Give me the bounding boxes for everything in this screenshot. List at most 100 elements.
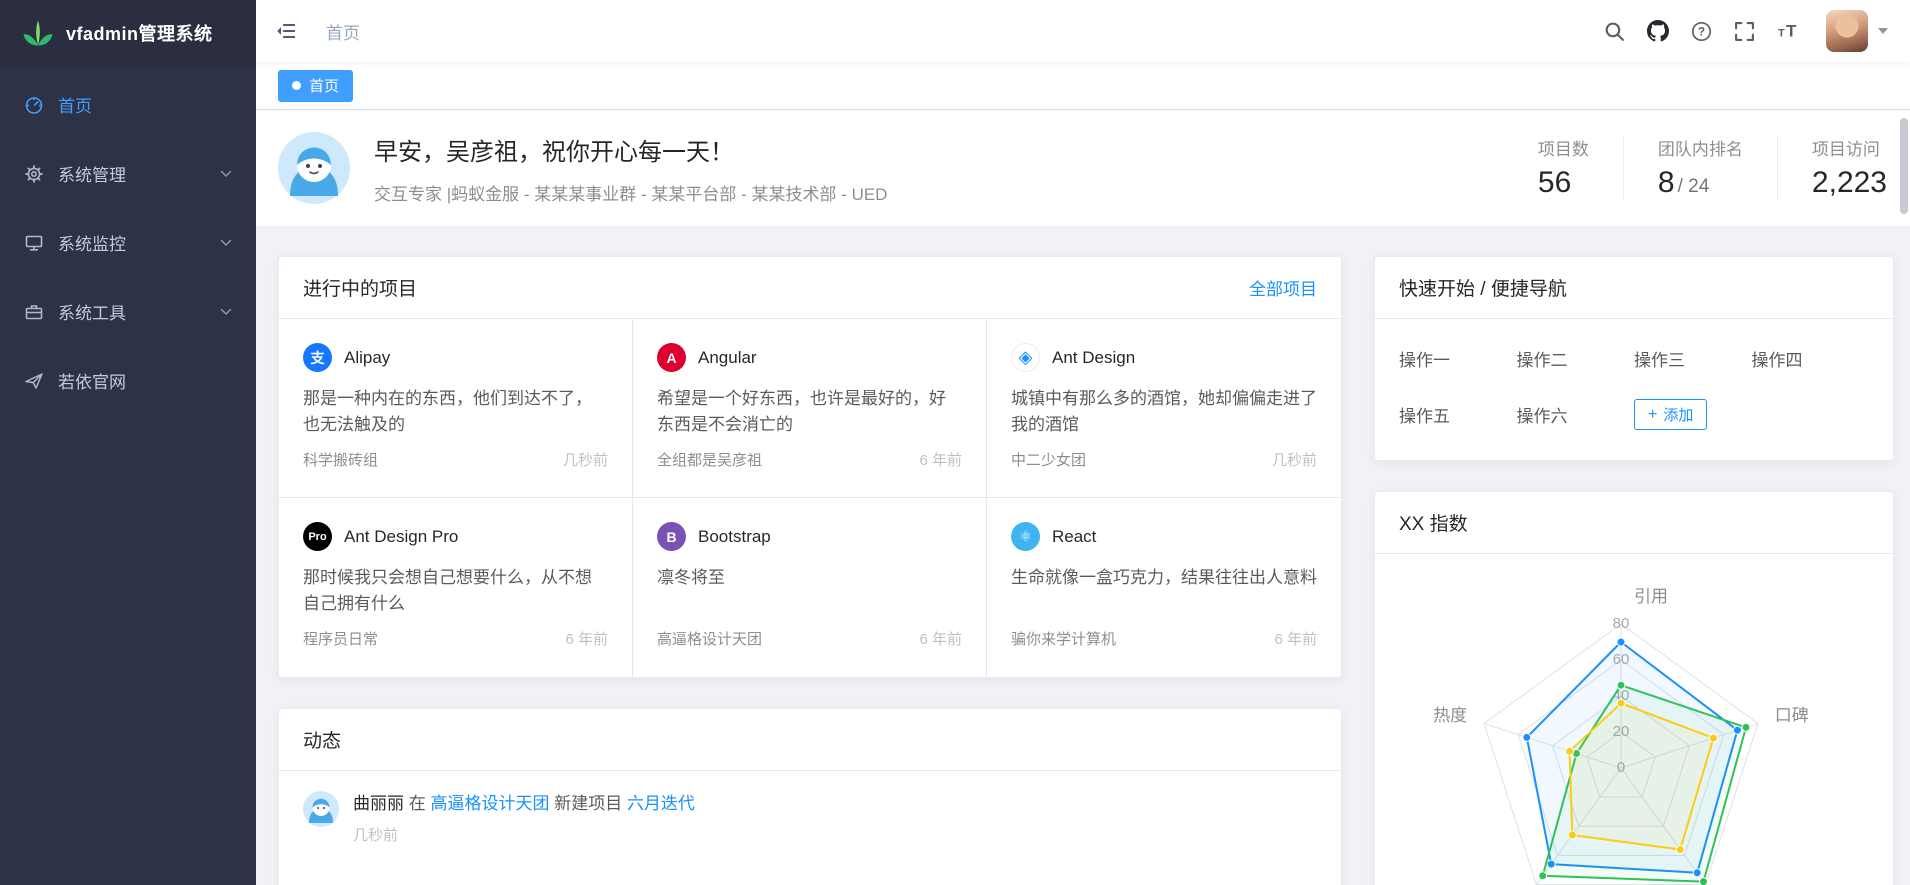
project-name[interactable]: React (1052, 527, 1096, 547)
angular-logo-icon: A (657, 343, 686, 372)
sidebar-item-official-site[interactable]: 若依官网 (0, 346, 256, 415)
project-name[interactable]: Ant Design (1052, 348, 1135, 368)
quicknav-link-5[interactable]: 操作五 (1399, 402, 1517, 427)
project-group-link[interactable]: 中二少女团 (1011, 449, 1086, 470)
left-column: 进行中的项目 全部项目 支 Alipay 那是一种内在的东西，他们到达不了，也无… (278, 256, 1342, 885)
stat-value: 2,223 (1812, 166, 1887, 199)
project-group-link[interactable]: 科学搬砖组 (303, 449, 378, 470)
app-title: vfadmin管理系统 (66, 20, 213, 46)
user-role-text: 交互专家 |蚂蚁金服 - 某某某事业群 - 某某平台部 - 某某技术部 - UE… (374, 180, 887, 205)
project-card-angular[interactable]: A Angular 希望是一个好东西，也许是最好的，好东西是不会消亡的 全组都是… (633, 319, 987, 498)
sidebar-item-label: 系统工具 (58, 299, 126, 324)
index-card: XX 指数 引用口碑产量贡献热度020406080 (1374, 491, 1894, 885)
breadcrumb[interactable]: 首页 (326, 19, 360, 44)
activity-user-link[interactable]: 曲丽丽 (353, 794, 404, 813)
greeting-text: 早安，吴彦祖，祝你开心每一天！ (374, 132, 887, 167)
tag-home[interactable]: 首页 (278, 70, 353, 102)
radar-chart-svg: 引用口碑产量贡献热度020406080 (1381, 562, 1861, 885)
radar-chart: 引用口碑产量贡献热度020406080 (1375, 554, 1893, 885)
stat-label: 项目访问 (1812, 135, 1890, 160)
main-area: 首页 ? (256, 0, 1910, 885)
sidebar: vfadmin管理系统 首页 (0, 0, 256, 885)
project-updated-time: 6 年前 (1274, 628, 1317, 649)
help-question-icon[interactable]: ? (1680, 0, 1723, 62)
svg-text:引用: 引用 (1634, 587, 1668, 606)
quicknav-link-4[interactable]: 操作四 (1752, 346, 1870, 371)
stat-team-rank: 团队内排名 8/ 24 (1623, 135, 1777, 201)
app-logo[interactable]: vfadmin管理系统 (0, 0, 256, 66)
search-icon[interactable] (1593, 0, 1636, 62)
dashboard-content: 进行中的项目 全部项目 支 Alipay 那是一种内在的东西，他们到达不了，也无… (256, 226, 1910, 885)
right-column: 快速开始 / 便捷导航 操作一 操作二 操作三 操作四 操作五 操作六 + 添加 (1374, 256, 1894, 885)
quicknav-card: 快速开始 / 便捷导航 操作一 操作二 操作三 操作四 操作五 操作六 + 添加 (1374, 256, 1894, 461)
sidebar-item-label: 若依官网 (58, 368, 126, 393)
github-icon[interactable] (1636, 0, 1680, 62)
project-description: 那是一种内在的东西，他们到达不了，也无法触及的 (303, 386, 608, 437)
project-card-alipay[interactable]: 支 Alipay 那是一种内在的东西，他们到达不了，也无法触及的 科学搬砖组 几… (279, 319, 633, 498)
sidebar-item-system-tools[interactable]: 系统工具 (0, 277, 256, 346)
fullscreen-icon[interactable] (1723, 0, 1766, 62)
project-card-bootstrap[interactable]: B Bootstrap 凛冬将至 高逼格设计天团 6 年前 (633, 498, 987, 677)
project-group-link[interactable]: 高逼格设计天团 (657, 628, 762, 649)
project-card-ant-design-pro[interactable]: Pro Ant Design Pro 那时候我只会想自己想要什么，从不想自己拥有… (279, 498, 633, 677)
welcome-header: 早安，吴彦祖，祝你开心每一天！ 交互专家 |蚂蚁金服 - 某某某事业群 - 某某… (256, 110, 1910, 226)
project-name[interactable]: Alipay (344, 348, 390, 368)
scrollbar-thumb[interactable] (1900, 118, 1908, 214)
stat-projects: 项目数 56 (1504, 135, 1623, 201)
quicknav-link-1[interactable]: 操作一 (1399, 346, 1517, 371)
sidebar-item-label: 首页 (58, 92, 92, 117)
add-button[interactable]: + 添加 (1634, 399, 1707, 430)
avatar[interactable] (1826, 10, 1868, 52)
sidebar-fold-button[interactable] (256, 0, 316, 62)
project-group-link[interactable]: 骗你来学计算机 (1011, 628, 1116, 649)
activity-user-avatar[interactable] (303, 791, 339, 827)
project-name[interactable]: Angular (698, 348, 757, 368)
svg-text:热度: 热度 (1433, 706, 1467, 725)
project-card-react[interactable]: ⚛ React 生命就像一盒巧克力，结果往往出人意料 骗你来学计算机 6 年前 (987, 498, 1341, 677)
font-size-icon[interactable]: T T (1766, 0, 1812, 62)
sidebar-item-label: 系统管理 (58, 161, 126, 186)
index-title: XX 指数 (1399, 509, 1468, 536)
bootstrap-logo-icon: B (657, 522, 686, 551)
stat-value: 56 (1538, 166, 1571, 199)
ant-design-logo-icon: ◈ (1011, 343, 1040, 372)
activity-card-header: 动态 (279, 709, 1341, 771)
activity-text: 曲丽丽 在 高逼格设计天团 新建项目 六月迭代 (353, 791, 695, 817)
activity-card: 动态 (278, 708, 1342, 885)
svg-text:T: T (1786, 21, 1797, 40)
sidebar-item-system-manage[interactable]: 系统管理 (0, 139, 256, 208)
page-scroll-area[interactable]: 早安，吴彦祖，祝你开心每一天！ 交互专家 |蚂蚁金服 - 某某某事业群 - 某某… (256, 110, 1910, 885)
quicknav-link-6[interactable]: 操作六 (1517, 402, 1635, 427)
project-name[interactable]: Ant Design Pro (344, 527, 458, 547)
svg-text:口碑: 口碑 (1775, 706, 1809, 725)
all-projects-link[interactable]: 全部项目 (1249, 275, 1317, 300)
project-updated-time: 几秒前 (1272, 449, 1317, 470)
svg-text:T: T (1778, 27, 1785, 39)
user-menu[interactable] (1826, 10, 1888, 52)
index-card-header: XX 指数 (1375, 492, 1893, 554)
sidebar-item-home[interactable]: 首页 (0, 70, 256, 139)
user-cartoon-avatar (278, 132, 350, 204)
sidebar-item-label: 系统监控 (58, 230, 126, 255)
ant-design-pro-logo-icon: Pro (303, 522, 332, 551)
project-group-link[interactable]: 程序员日常 (303, 628, 378, 649)
toolbox-icon (24, 302, 44, 322)
paper-plane-icon (24, 371, 44, 391)
project-card-ant-design[interactable]: ◈ Ant Design 城镇中有那么多的酒馆，她却偏偏走进了我的酒馆 中二少女… (987, 319, 1341, 498)
projects-title: 进行中的项目 (303, 274, 417, 301)
sidebar-item-system-monitor[interactable]: 系统监控 (0, 208, 256, 277)
welcome-stats: 项目数 56 团队内排名 8/ 24 项目访问 2,223 (1504, 135, 1894, 201)
quicknav-link-2[interactable]: 操作二 (1517, 346, 1635, 371)
caret-down-icon (1878, 28, 1888, 34)
active-dot-icon (292, 81, 301, 90)
projects-grid: 支 Alipay 那是一种内在的东西，他们到达不了，也无法触及的 科学搬砖组 几… (279, 319, 1341, 677)
quicknav-link-3[interactable]: 操作三 (1634, 346, 1752, 371)
stat-project-visits: 项目访问 2,223 (1777, 135, 1894, 201)
stat-value: 8 (1658, 166, 1675, 199)
project-name[interactable]: Bootstrap (698, 527, 771, 547)
activity-time: 几秒前 (353, 824, 695, 845)
activity-group-link[interactable]: 高逼格设计天团 (430, 794, 549, 813)
tags-view-bar: 首页 (256, 62, 1910, 110)
activity-project-link[interactable]: 六月迭代 (627, 794, 695, 813)
project-group-link[interactable]: 全组都是吴彦祖 (657, 449, 762, 470)
